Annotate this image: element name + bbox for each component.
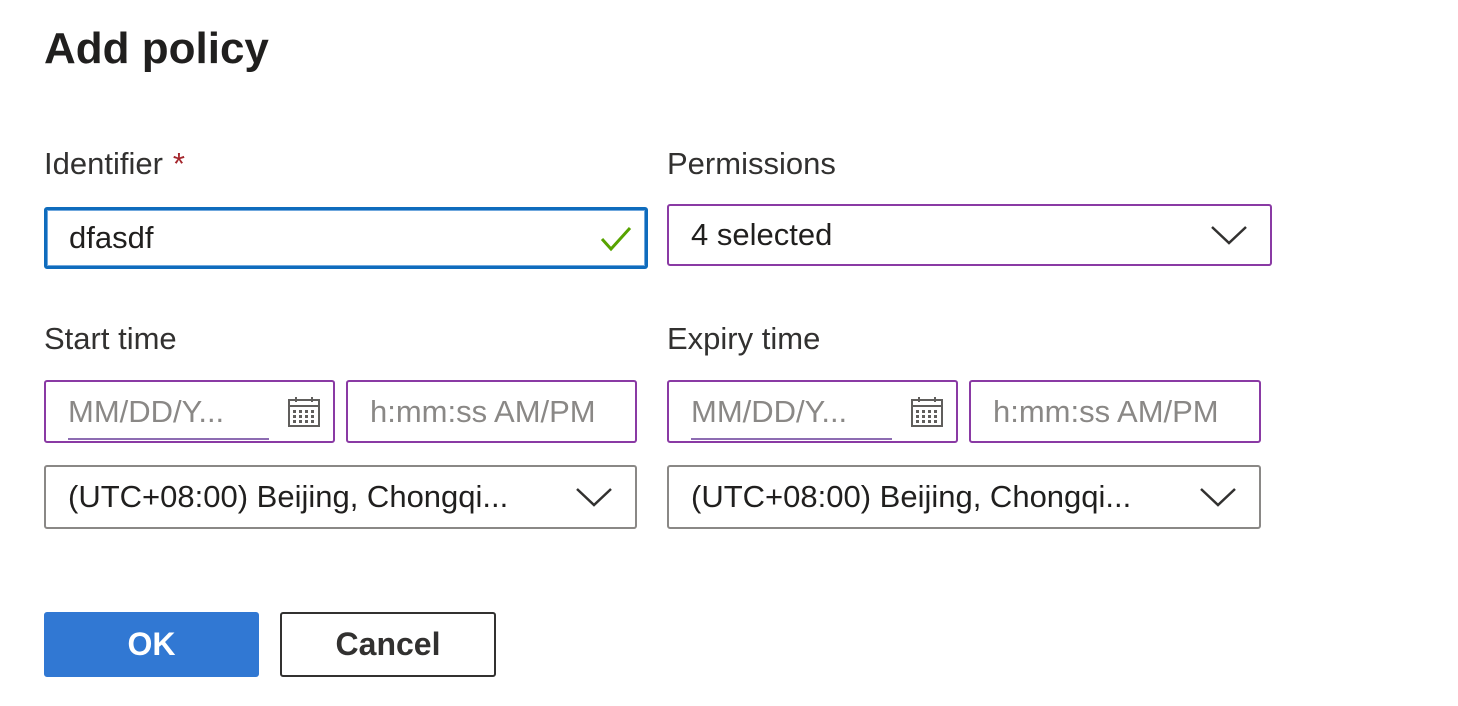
- start-date-underline: [68, 438, 269, 440]
- identifier-label-text: Identifier: [44, 146, 163, 181]
- required-marker: *: [172, 146, 185, 181]
- permissions-selected-value: 4 selected: [691, 217, 833, 252]
- dialog-title: Add policy: [44, 24, 269, 73]
- identifier-label: Identifier *: [44, 145, 185, 183]
- ok-button[interactable]: OK: [44, 612, 259, 677]
- expiry-timezone-value: (UTC+08:00) Beijing, Chongqi...: [691, 479, 1132, 514]
- expiry-time-placeholder: h:mm:ss AM/PM: [993, 393, 1219, 429]
- start-time-input[interactable]: h:mm:ss AM/PM: [346, 380, 637, 443]
- start-timezone-value: (UTC+08:00) Beijing, Chongqi...: [68, 479, 509, 514]
- identifier-input[interactable]: dfasdf: [44, 207, 648, 269]
- start-time-placeholder: h:mm:ss AM/PM: [370, 393, 596, 429]
- identifier-value: dfasdf: [69, 220, 154, 255]
- cancel-button[interactable]: Cancel: [280, 612, 496, 677]
- chevron-down-icon: [576, 488, 612, 507]
- chevron-down-icon: [1211, 226, 1247, 245]
- start-date-placeholder: MM/DD/Y...: [68, 393, 225, 429]
- start-time-label: Start time: [44, 321, 177, 356]
- add-policy-dialog: Add policy Identifier * dfasdf Permission…: [0, 0, 1458, 706]
- expiry-time-label: Expiry time: [667, 321, 821, 356]
- permissions-dropdown[interactable]: 4 selected: [667, 204, 1272, 266]
- permissions-label: Permissions: [667, 146, 836, 181]
- start-date-input[interactable]: MM/DD/Y...: [44, 380, 335, 443]
- expiry-time-input[interactable]: h:mm:ss AM/PM: [969, 380, 1261, 443]
- expiry-date-input[interactable]: MM/DD/Y...: [667, 380, 958, 443]
- checkmark-icon: [600, 226, 632, 252]
- expiry-date-underline: [691, 438, 892, 440]
- calendar-icon[interactable]: [287, 396, 321, 428]
- calendar-icon[interactable]: [910, 396, 944, 428]
- start-timezone-dropdown[interactable]: (UTC+08:00) Beijing, Chongqi...: [44, 465, 637, 529]
- expiry-timezone-dropdown[interactable]: (UTC+08:00) Beijing, Chongqi...: [667, 465, 1261, 529]
- chevron-down-icon: [1200, 488, 1236, 507]
- expiry-date-placeholder: MM/DD/Y...: [691, 393, 848, 429]
